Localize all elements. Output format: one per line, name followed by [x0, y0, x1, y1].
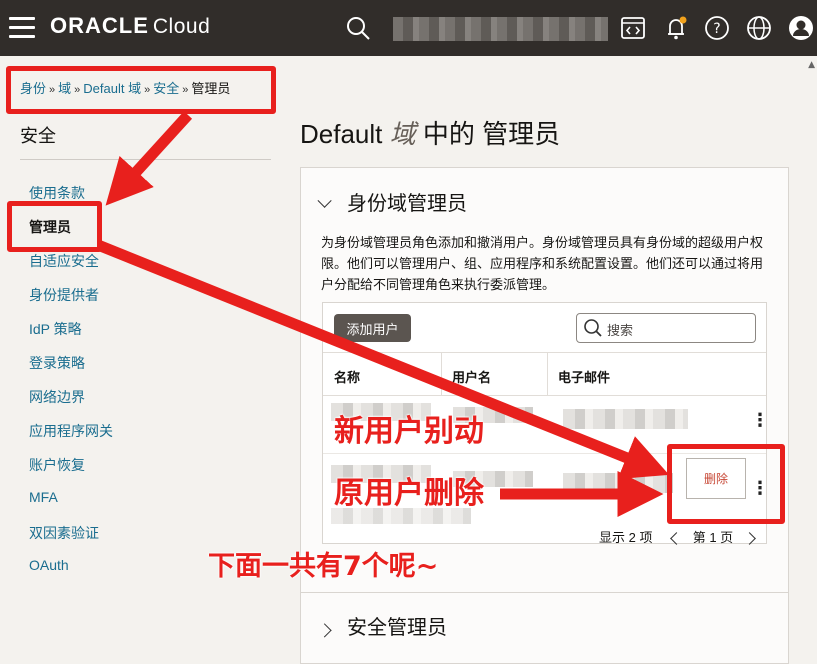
- annotation-new-user: 新用户别动: [334, 414, 484, 449]
- arrow-breadcrumb-to-admins: [105, 111, 193, 206]
- annotation-note: 下面一共有7个呢~: [208, 551, 439, 582]
- annotation-old-user: 原用户删除: [334, 476, 484, 511]
